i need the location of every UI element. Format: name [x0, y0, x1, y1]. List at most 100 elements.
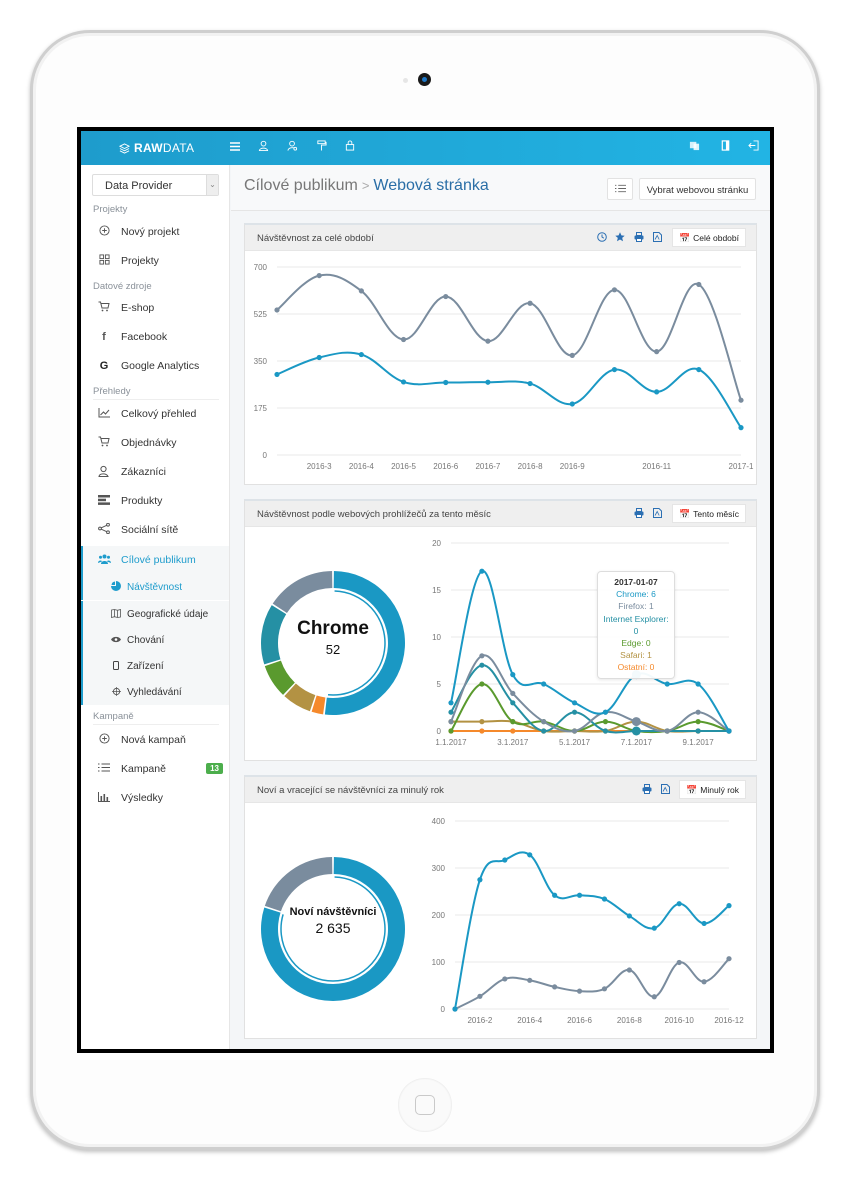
breadcrumb-parent[interactable]: Cílové publikum [244, 177, 358, 194]
sidebar-subitem-behavior[interactable]: Chování [81, 627, 229, 653]
print-icon[interactable] [642, 784, 652, 797]
sidebar-subitem-geo[interactable]: Geografické údaje [81, 601, 229, 627]
tooltip-line: Safari: 1 [620, 650, 652, 661]
user-search-icon[interactable] [284, 139, 300, 155]
sidebar-item-overview[interactable]: Celkový přehled [81, 400, 229, 428]
sensor-dot [403, 78, 408, 83]
sidebar-item-projects[interactable]: Projekty [81, 247, 229, 275]
star-icon[interactable] [615, 232, 625, 245]
data-point [510, 690, 516, 696]
range-this-month-button[interactable]: 📅 Tento měsíc [671, 504, 746, 523]
brand-logo[interactable]: RAWDATA [119, 141, 194, 155]
print-icon[interactable] [634, 232, 644, 245]
y-tick-label: 175 [254, 404, 268, 413]
browsers-line-chart: 0 5 10 15 20 1.1.2017 3.1.2017 5.1.2017 7.1.2017… [432, 539, 732, 747]
section-campaigns: Kampaně [93, 711, 219, 725]
sidebar-item-customers[interactable]: Zákazníci [81, 458, 229, 486]
clock-icon[interactable] [597, 232, 607, 245]
sidebar-item-new-campaign[interactable]: Nová kampaň [81, 726, 229, 754]
y-tick-label: 400 [432, 817, 446, 826]
donut-center: Chrome 52 [273, 618, 393, 657]
sidebar-item-facebook[interactable]: f Facebook [81, 323, 229, 351]
menu-icon[interactable] [227, 139, 243, 155]
data-point [274, 371, 280, 378]
panel-header: Návštěvnost za celé období 📅 Celé období [245, 225, 756, 251]
sidebar-item-new-project[interactable]: Nový projekt [81, 218, 229, 246]
donut-center: Noví návštěvníci 2 635 [273, 906, 393, 936]
donut-slice-vracející-se-návštěvníci [264, 857, 333, 912]
logout-icon[interactable] [745, 139, 761, 155]
sidebar-item-products[interactable]: Produkty [81, 487, 229, 515]
lock-icon[interactable] [342, 139, 358, 155]
x-tick-label: 2016-5 [391, 462, 416, 471]
data-point [485, 379, 491, 385]
data-point [316, 354, 322, 361]
data-point [602, 728, 609, 734]
chevron-down-icon: ⌄ [206, 175, 218, 195]
panel-icon[interactable] [717, 139, 733, 155]
sidebar-subitem-search[interactable]: Vyhledávání [81, 679, 229, 705]
brand-light: DATA [162, 141, 195, 155]
page-header: Cílové publikum > Webová stránka Vybrat we… [231, 165, 770, 211]
bar-chart-icon [97, 791, 111, 805]
pdf-icon[interactable] [661, 784, 670, 797]
plus-circle-icon [97, 225, 111, 239]
pdf-icon[interactable] [653, 232, 662, 245]
data-point [552, 984, 558, 990]
data-point [651, 994, 657, 1000]
data-provider-select[interactable]: Data Provider ⌄ [92, 174, 219, 196]
print-icon[interactable] [634, 508, 644, 521]
donut-label: Chrome [297, 618, 369, 639]
data-point [479, 653, 485, 659]
data-point [479, 728, 485, 734]
data-point [541, 681, 547, 687]
x-tick-label: 2016-6 [433, 462, 458, 471]
data-point [502, 857, 508, 863]
sidebar-item-orders[interactable]: Objednávky [81, 429, 229, 457]
section-data-sources: Datové zdroje [93, 281, 152, 292]
users-icon [97, 554, 111, 567]
range-last-year-button[interactable]: 📅 Minulý rok [679, 780, 746, 799]
sidebar-item-label: Google Analytics [121, 360, 200, 372]
plus-circle-icon [97, 733, 111, 747]
range-celé-období-button[interactable]: 📅 Celé období [671, 228, 746, 247]
sidebar-item-eshop[interactable]: E-shop [81, 294, 229, 322]
cart-icon [97, 301, 111, 315]
visits-all-time-chart: 0 175 350 525 700 2016-3 2016-4 2016-5 2016-6 201… [254, 263, 754, 471]
y-tick-label: 200 [432, 911, 446, 920]
translate-icon[interactable] [686, 139, 702, 155]
sidebar-item-audience[interactable]: Cílové publikum [81, 546, 229, 574]
y-tick-label: 525 [254, 310, 268, 319]
google-icon: G [99, 360, 109, 372]
x-tick-label: 1.1.2017 [435, 738, 467, 747]
donut-value: 52 [325, 642, 341, 657]
select-website-button[interactable]: Vybrat webovou stránku [639, 178, 756, 200]
sidebar-subitem-devices[interactable]: Zařízení [81, 653, 229, 679]
paint-roller-icon[interactable] [313, 139, 329, 155]
app: RAWDATA Data Provider ⌄ Projekty Nový pr… [81, 131, 770, 1049]
list-view-button[interactable] [607, 178, 633, 200]
sidebar-item-social[interactable]: Sociální sítě [81, 516, 229, 544]
customers-icon [97, 465, 111, 480]
data-point [738, 425, 744, 431]
brand-bold: RAW [134, 141, 163, 155]
calendar-icon: 📅 [678, 233, 691, 243]
sidebar-item-results[interactable]: Výsledky [81, 784, 229, 812]
sidebar-item-google-analytics[interactable]: G Google Analytics [81, 352, 229, 380]
data-point [602, 719, 609, 725]
calendar-icon: 📅 [678, 509, 691, 519]
user-icon[interactable] [255, 139, 271, 155]
data-point [448, 709, 454, 715]
data-point [485, 338, 491, 344]
pdf-icon[interactable] [653, 508, 662, 521]
home-button[interactable] [398, 1078, 452, 1132]
data-point [527, 300, 533, 306]
sidebar-item-label: Cílové publikum [121, 554, 196, 566]
sidebar-subitem-visits[interactable]: Návštěvnost [81, 574, 229, 600]
sidebar-item-label: Sociální sítě [121, 524, 179, 536]
tooltip-line: Internet Explorer: 0 [603, 613, 669, 636]
data-point [601, 986, 608, 992]
sidebar-item-campaigns[interactable]: Kampaně 13 [81, 755, 229, 783]
data-point [452, 1006, 458, 1012]
panel-visits-all-time: Návštěvnost za celé období 📅 Celé období … [244, 223, 757, 485]
